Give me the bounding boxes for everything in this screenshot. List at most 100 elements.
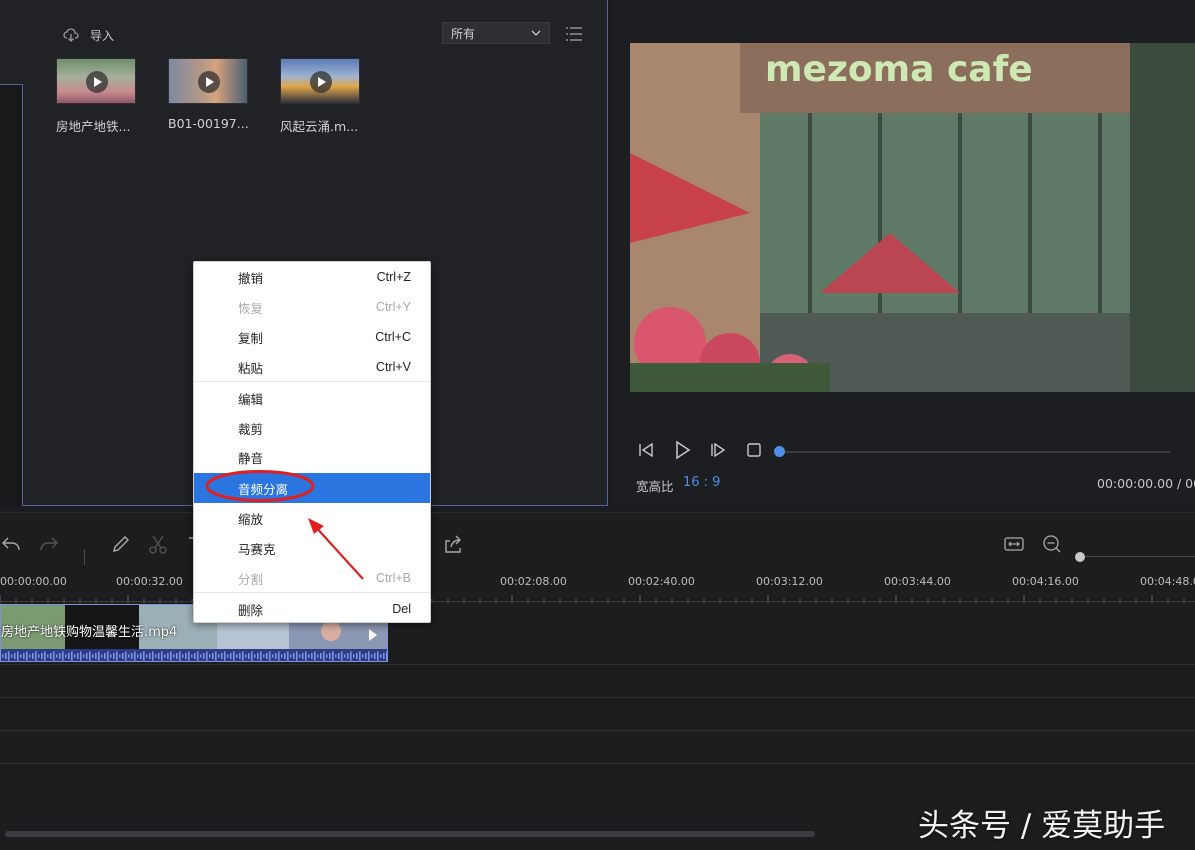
preview-video[interactable]: mezoma cafe	[630, 43, 1195, 392]
waveform-bar	[122, 653, 124, 659]
waveform-bar	[158, 653, 160, 659]
waveform-bar	[266, 653, 268, 659]
waveform-bar	[128, 654, 130, 658]
time-readout: 00:00:00.00 / 00	[1097, 476, 1195, 491]
menu-item-label: 缩放	[238, 512, 264, 527]
play-icon	[198, 71, 220, 93]
menu-item-crop[interactable]: 裁剪	[194, 413, 430, 443]
previous-frame-icon[interactable]	[636, 440, 656, 460]
waveform-bar	[62, 651, 64, 661]
waveform-bar	[176, 653, 178, 659]
play-icon	[310, 71, 332, 93]
waveform-bar	[32, 653, 34, 659]
waveform-bar	[161, 651, 163, 661]
waveform-bar	[194, 653, 196, 659]
media-thumbnail[interactable]	[168, 58, 248, 104]
time-ruler[interactable]: 00:00:00.00 00:00:32.00 00:02:08.00 00:0…	[0, 569, 1195, 603]
waveform-bar	[341, 651, 343, 661]
menu-item-redo[interactable]: 恢复 Ctrl+Y	[194, 292, 430, 322]
undo-icon[interactable]	[0, 533, 22, 555]
menu-item-label: 恢复	[238, 301, 264, 316]
aspect-ratio-label: 宽高比	[636, 479, 674, 494]
waveform-bar	[338, 653, 340, 659]
menu-item-label: 静音	[238, 451, 264, 466]
waveform-bar	[86, 653, 88, 659]
media-item-name: B01-00197...	[168, 116, 249, 131]
zoom-out-icon[interactable]	[1041, 533, 1063, 555]
menu-separator	[194, 381, 430, 382]
seek-handle[interactable]	[774, 446, 785, 457]
waveform-bar	[152, 651, 154, 661]
pencil-icon[interactable]	[110, 533, 132, 555]
waveform-bar	[356, 653, 358, 659]
preview-panel: mezoma cafe 宽高比 16 : 9 00:00:00.00 / 00	[612, 0, 1195, 506]
waveform-bar	[173, 654, 175, 658]
media-item[interactable]: 风起云涌.m...	[280, 58, 370, 135]
waveform-bar	[371, 654, 373, 658]
waveform-bar	[281, 654, 283, 658]
menu-item-delete[interactable]: 删除 Del	[194, 594, 430, 624]
redo-icon[interactable]	[38, 533, 60, 555]
waveform-bar	[359, 651, 361, 661]
menu-item-label: 复制	[238, 331, 264, 346]
menu-item-label: 粘贴	[238, 361, 264, 376]
waveform-bar	[65, 654, 67, 658]
media-thumbnail[interactable]	[56, 58, 136, 104]
waveform-bar	[137, 654, 139, 658]
stop-icon[interactable]	[744, 440, 764, 460]
media-filter-select[interactable]: 所有	[442, 22, 550, 44]
waveform-bar	[284, 653, 286, 659]
waveform-bar	[236, 654, 238, 658]
aspect-ratio-value[interactable]: 16 : 9	[683, 475, 720, 490]
zoom-slider[interactable]	[1080, 556, 1195, 557]
waveform-bar	[59, 653, 61, 659]
zoom-slider-handle[interactable]	[1075, 552, 1085, 562]
play-icon[interactable]	[672, 440, 692, 460]
waveform-bar	[155, 654, 157, 658]
waveform-bar	[215, 651, 217, 661]
waveform-bar	[299, 654, 301, 658]
waveform-bar	[290, 654, 292, 658]
waveform-bar	[35, 651, 37, 661]
export-icon[interactable]	[442, 533, 464, 555]
waveform-bar	[185, 653, 187, 659]
waveform-bar	[8, 651, 10, 661]
seek-bar[interactable]	[780, 451, 1170, 453]
ruler-baseline	[0, 601, 1195, 602]
ruler-label: 00:00:32.00	[116, 575, 183, 588]
waveform-bar	[149, 653, 151, 659]
list-view-icon[interactable]	[565, 26, 583, 42]
ruler-label: 00:04:16.00	[1012, 575, 1079, 588]
waveform-bar	[83, 654, 85, 658]
waveform-bar	[26, 651, 28, 661]
menu-item-shortcut: Ctrl+V	[375, 360, 411, 374]
timeline-toolbar	[0, 527, 1195, 565]
menu-item-copy[interactable]: 复制 Ctrl+C	[194, 322, 430, 352]
media-thumbnail[interactable]	[280, 58, 360, 104]
menu-item-undo[interactable]: 撤销 Ctrl+Z	[194, 262, 430, 292]
media-item[interactable]: 房地产地铁...	[56, 58, 146, 135]
import-button[interactable]: 导入	[62, 26, 114, 44]
next-frame-icon[interactable]	[708, 440, 728, 460]
menu-item-paste[interactable]: 粘贴 Ctrl+V	[194, 352, 430, 382]
menu-item-edit[interactable]: 编辑	[194, 383, 430, 413]
menu-item-shortcut: Del	[392, 602, 411, 616]
waveform-bar	[314, 651, 316, 661]
waveform-bar	[116, 651, 118, 661]
media-item[interactable]: B01-00197...	[168, 58, 258, 131]
scissors-icon[interactable]	[147, 533, 169, 555]
track-divider	[0, 664, 1195, 665]
waveform-bar	[380, 654, 382, 658]
chevron-down-icon	[531, 30, 541, 36]
menu-item-label: 马赛克	[238, 542, 276, 557]
waveform-bar	[119, 654, 121, 658]
waveform-bar	[260, 651, 262, 661]
waveform-bar	[287, 651, 289, 661]
waveform-bar	[50, 653, 52, 659]
fit-width-icon[interactable]	[1003, 533, 1025, 555]
waveform-bar	[329, 653, 331, 659]
menu-item-mute[interactable]: 静音	[194, 442, 430, 472]
waveform-bar	[383, 653, 385, 659]
waveform-bar	[257, 653, 259, 659]
timeline-scrollbar[interactable]	[5, 831, 815, 837]
